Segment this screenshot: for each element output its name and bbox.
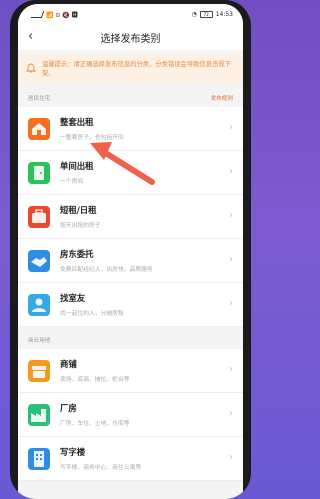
item-title: 商铺 (60, 359, 77, 369)
list-item-whole-rent[interactable]: 整套出租 一整套房子，也包括开间 › (18, 107, 243, 151)
item-subtitle: 按天出租的房子 (60, 223, 101, 229)
nav-bar: ‹ 选择发布类别 (18, 24, 243, 50)
battery-icon: 72 (199, 10, 213, 18)
residential-list: 整套出租 一整套房子，也包括开间 › 单间出租 一个房间 › 短租/日租 按天出… (18, 107, 243, 327)
back-icon[interactable]: ‹ (28, 29, 33, 44)
list-item-room-rent[interactable]: 单间出租 一个房间 › (18, 151, 243, 195)
suitcase-icon (28, 205, 50, 228)
chevron-right-icon: › (229, 408, 233, 419)
list-item-office[interactable]: 写字楼 写字楼、商务中心、商住公寓等 › (18, 437, 243, 481)
factory-icon (28, 403, 50, 426)
section-label: 居民住宅 (28, 96, 51, 102)
notice-text: 温馨提示：请正确选择发布信息的分类，分类错误会导致信息违规下架。 (42, 61, 231, 77)
item-title: 写字楼 (60, 447, 86, 457)
phone-frame: 📶 ⊙ 🔇 🅷 ◔ 72 14:53 ‹ 选择发布类别 温馨提示：请正确选择发布… (10, 0, 251, 499)
status-time: 14:53 (215, 10, 233, 18)
item-subtitle: 一个房间 (60, 179, 84, 185)
door-icon (28, 161, 50, 184)
list-item-find-roommate[interactable]: 找室友 找一起住的人，分摊房租 › (18, 283, 243, 327)
whole-house-icon (28, 117, 50, 140)
publish-rules-link[interactable]: 发布规则 (211, 94, 233, 102)
section-label: 商业用地 (28, 338, 51, 344)
item-title: 厂房 (60, 403, 77, 413)
status-right: ◔ 72 14:53 (191, 10, 233, 18)
list-item-landlord-entrust[interactable]: 房东委托 免费匹配经纪人，出房快，品质服务 › (18, 239, 243, 283)
item-subtitle: 厂房、车位、土地、仓库等 (60, 421, 130, 427)
list-item-shop[interactable]: 商铺 卖场、底商、摊位、柜台等 › (18, 349, 243, 393)
chevron-right-icon: › (229, 166, 233, 177)
list-item-factory[interactable]: 厂房 厂房、车位、土地、仓库等 › (18, 393, 243, 437)
status-bar: 📶 ⊙ 🔇 🅷 ◔ 72 14:53 (18, 4, 243, 24)
wifi-icon: ◔ (191, 10, 197, 18)
chevron-right-icon: › (229, 298, 233, 309)
bell-icon (26, 63, 36, 73)
signal-icon (30, 10, 45, 18)
item-title: 找室友 (60, 293, 86, 303)
chevron-right-icon: › (229, 452, 233, 463)
status-left: 📶 ⊙ 🔇 🅷 (30, 10, 78, 19)
item-title: 整套出租 (60, 117, 94, 127)
handshake-icon (28, 249, 50, 272)
list-item-short-rent[interactable]: 短租/日租 按天出租的房子 › (18, 195, 243, 239)
commercial-list: 商铺 卖场、底商、摊位、柜台等 › 厂房 厂房、车位、土地、仓库等 › 写字楼 … (18, 349, 243, 481)
chevron-right-icon: › (229, 210, 233, 221)
section-header-residential: 居民住宅 发布规则 (18, 89, 243, 107)
app-screen: 📶 ⊙ 🔇 🅷 ◔ 72 14:53 ‹ 选择发布类别 温馨提示：请正确选择发布… (18, 4, 243, 499)
item-title: 短租/日租 (60, 205, 97, 215)
notice-banner: 温馨提示：请正确选择发布信息的分类，分类错误会导致信息违规下架。 (18, 54, 243, 85)
shop-icon (28, 359, 50, 382)
item-subtitle: 写字楼、商务中心、商住公寓等 (60, 465, 142, 471)
item-title: 房东委托 (60, 249, 94, 259)
item-subtitle: 免费匹配经纪人，出房快，品质服务 (60, 267, 153, 273)
item-title: 单间出租 (60, 161, 94, 171)
chevron-right-icon: › (229, 122, 233, 133)
status-icons: 📶 ⊙ 🔇 🅷 (46, 11, 78, 19)
item-subtitle: 找一起住的人，分摊房租 (60, 311, 124, 317)
section-header-commercial: 商业用地 (18, 331, 243, 349)
chevron-right-icon: › (229, 254, 233, 265)
page-title: 选择发布类别 (100, 33, 161, 45)
item-subtitle: 卖场、底商、摊位、柜台等 (60, 377, 130, 383)
office-building-icon (28, 447, 50, 470)
item-subtitle: 一整套房子，也包括开间 (60, 135, 124, 141)
roommate-icon (28, 293, 50, 316)
chevron-right-icon: › (229, 364, 233, 375)
